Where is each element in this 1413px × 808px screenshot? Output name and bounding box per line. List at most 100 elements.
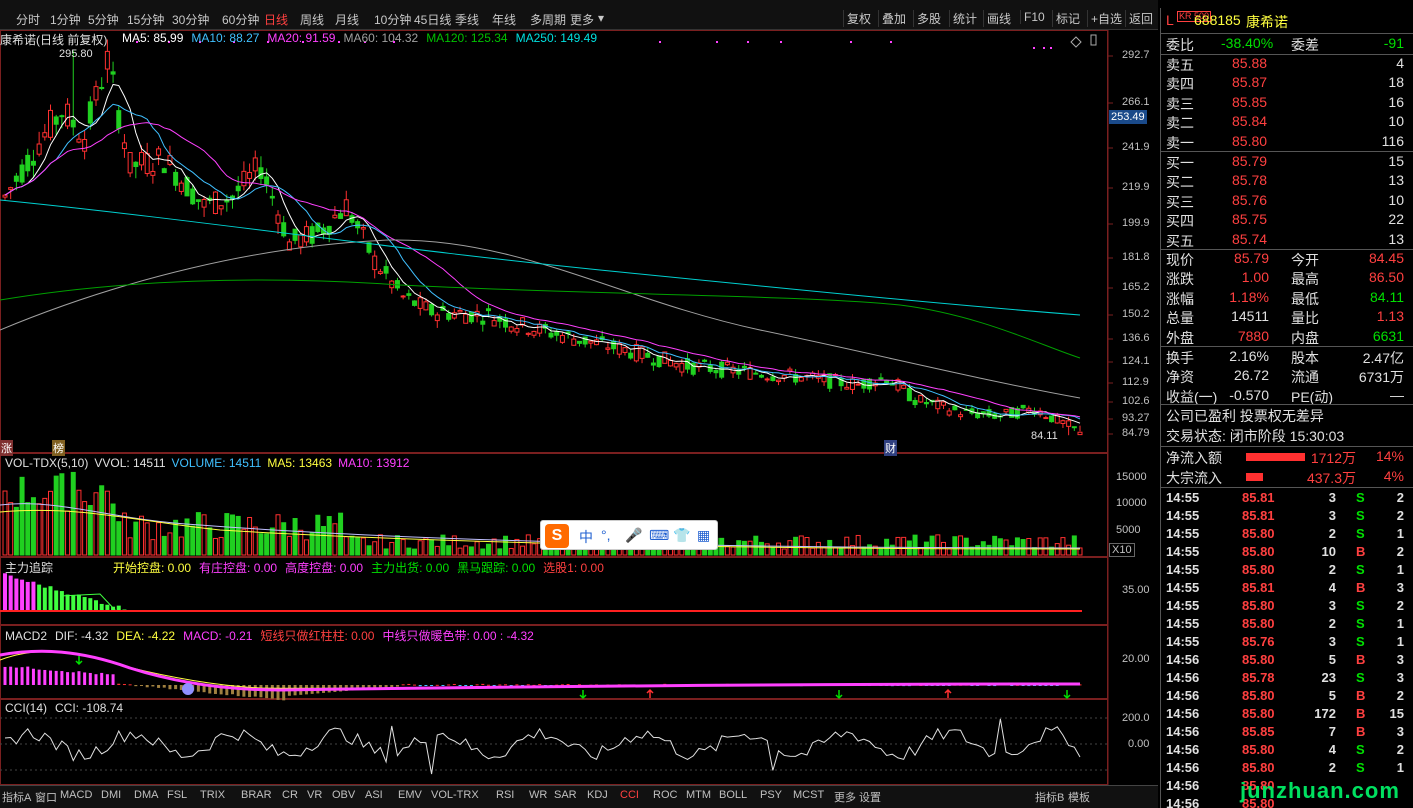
flag-icon: L (1166, 12, 1174, 28)
period-tab-2[interactable]: 5分钟 (88, 11, 119, 28)
tick-row[interactable]: 14:55 85.80 3 S 2 (1166, 598, 1406, 617)
tick-row[interactable]: 14:55 85.81 4 B 3 (1166, 580, 1406, 599)
candle-body (173, 171, 179, 186)
marker-bang[interactable]: 榜 (52, 440, 65, 456)
indicator-tab-10[interactable]: OBV (332, 789, 355, 801)
macd-bar (486, 684, 490, 686)
toolbar-button-4[interactable]: 画线 (983, 10, 1014, 27)
toolbar-button-6[interactable]: 标记 (1052, 10, 1083, 27)
indicator-tab-1[interactable]: 窗口 (35, 789, 57, 805)
indicator-tab-13[interactable]: VOL-TRX (431, 789, 479, 801)
tick-row[interactable]: 14:55 85.76 3 S 1 (1166, 634, 1406, 653)
zhuli-legend: 主力追踪 开始控盘: 0.00 有庄控盘: 0.00 高度控盘: 0.00 主力出货: … (5, 559, 612, 576)
microphone-icon[interactable]: 🎤 (625, 527, 642, 544)
tick-row[interactable]: 14:56 85.80 172 B 15 (1166, 706, 1406, 725)
toolbar-button-5[interactable]: F10 (1020, 10, 1048, 24)
keyboard-icon[interactable]: ⌨ (649, 527, 669, 544)
tick-row[interactable]: 14:56 85.80 5 B 2 (1166, 688, 1406, 707)
indicator-tab-15[interactable]: WR (529, 789, 547, 801)
stat-value: 1.00 (1241, 269, 1269, 286)
ime-menu-icon[interactable]: ▦ (697, 527, 710, 544)
volume-bar (252, 526, 258, 556)
period-tab-12[interactable]: 年线 (492, 11, 516, 28)
period-tab-13[interactable]: 多周期 (530, 11, 566, 28)
indicator-tab-17[interactable]: KDJ (587, 789, 608, 801)
indicator-tab-22[interactable]: PSY (760, 789, 782, 801)
tick-row[interactable]: 14:55 85.80 2 S 1 (1166, 616, 1406, 635)
period-tab-4[interactable]: 30分钟 (172, 11, 209, 28)
period-tab-9[interactable]: 10分钟 (374, 11, 411, 28)
tick-row[interactable]: 14:56 85.80 4 S 2 (1166, 742, 1406, 761)
tick-row[interactable]: 14:55 85.80 2 S 1 (1166, 562, 1406, 581)
ime-toolbar[interactable]: S 中 °, 🎤 ⌨ 👕 ▦ (540, 520, 718, 550)
period-tab-7[interactable]: 周线 (300, 11, 324, 28)
period-tab-1[interactable]: 1分钟 (50, 11, 81, 28)
indicator-tab-26[interactable]: 指标B (1035, 789, 1064, 805)
indicator-tab-14[interactable]: RSI (496, 789, 514, 801)
period-tab-10[interactable]: 45日线 (414, 11, 451, 28)
tick-row[interactable]: 14:55 85.80 10 B 2 (1166, 544, 1406, 563)
indicator-tab-9[interactable]: VR (307, 789, 322, 801)
candle-body (958, 414, 964, 418)
indicator-tab-2[interactable]: MACD (60, 789, 92, 801)
ma-legend-item: MA5: 85.99 (122, 31, 184, 45)
indicator-tab-19[interactable]: ROC (653, 789, 677, 801)
indicator-tab-23[interactable]: MCST (793, 789, 824, 801)
volume-bar (736, 540, 742, 556)
candle-body (309, 226, 315, 244)
flow-bar (1246, 453, 1305, 461)
toolbar-button-3[interactable]: 统计 (949, 10, 980, 27)
toolbar-button-7[interactable]: +自选 (1087, 10, 1125, 27)
indicator-tab-7[interactable]: BRAR (241, 789, 272, 801)
ime-punct-icon[interactable]: °, (601, 527, 611, 543)
period-tab-11[interactable]: 季线 (455, 11, 479, 28)
skin-icon[interactable]: 👕 (673, 527, 690, 544)
marker-zhang[interactable]: 涨 (0, 440, 13, 456)
indicator-tab-24[interactable]: 更多 (834, 789, 856, 805)
tick-row[interactable]: 14:56 85.85 7 B 3 (1166, 724, 1406, 743)
indicator-tab-5[interactable]: FSL (167, 789, 187, 801)
period-tab-8[interactable]: 月线 (335, 11, 359, 28)
tick-row[interactable]: 14:55 85.80 2 S 1 (1166, 526, 1406, 545)
tick-row[interactable]: 14:56 85.80 5 B 3 (1166, 652, 1406, 671)
period-tab-3[interactable]: 15分钟 (127, 11, 164, 28)
toolbar-button-1[interactable]: 叠加 (878, 10, 909, 27)
indicator-tab-4[interactable]: DMA (134, 789, 158, 801)
indicator-tab-12[interactable]: EMV (398, 789, 422, 801)
volume-bar (70, 471, 76, 556)
tick-row[interactable]: 14:56 85.80 2 S 1 (1166, 760, 1406, 779)
tick-row[interactable]: 14:56 85.78 23 S 3 (1166, 670, 1406, 689)
tick-row[interactable]: 14:55 85.81 3 S 2 (1166, 508, 1406, 527)
period-tab-5[interactable]: 60分钟 (222, 11, 259, 28)
indicator-tab-21[interactable]: BOLL (719, 789, 747, 801)
toolbar-button-2[interactable]: 多股 (913, 10, 944, 27)
indicator-tab-16[interactable]: SAR (554, 789, 577, 801)
candle-body (87, 101, 93, 124)
volume-bar (207, 527, 213, 556)
order-row: 买二 85.78 13 (1166, 172, 1406, 191)
cci-line (4, 718, 1081, 775)
indicator-tab-18[interactable]: CCI (620, 789, 639, 801)
fundamental-row: 换手 2.16% 股本 2.47亿 (1166, 348, 1404, 366)
period-tab-14[interactable]: 更多 (570, 11, 594, 28)
indicator-tab-0[interactable]: 指标A (2, 789, 31, 805)
period-tab-6[interactable]: 日线 (264, 11, 288, 28)
zhuli-bar (14, 578, 19, 611)
tick-row[interactable]: 14:55 85.81 3 S 2 (1166, 490, 1406, 509)
marker-cai[interactable]: 财 (884, 440, 897, 456)
indicator-tab-25[interactable]: 设置 (859, 789, 881, 805)
indicator-tab-20[interactable]: MTM (686, 789, 711, 801)
toolbar-button-0[interactable]: 复权 (843, 10, 874, 27)
ime-mode-icon[interactable]: 中 (579, 527, 593, 547)
indicator-tab-3[interactable]: DMI (101, 789, 121, 801)
indicator-tab-8[interactable]: CR (282, 789, 298, 801)
sogou-logo-icon[interactable]: S (545, 524, 569, 548)
toolbar-button-8[interactable]: 返回 (1125, 10, 1156, 27)
period-tab-0[interactable]: 分时 (16, 11, 40, 28)
more-chevron-icon[interactable]: ▾ (598, 11, 604, 25)
indicator-tab-27[interactable]: 模板 (1068, 789, 1090, 805)
candle-body (59, 115, 65, 118)
high-label: 295.80 (59, 48, 93, 60)
indicator-tab-6[interactable]: TRIX (200, 789, 225, 801)
indicator-tab-11[interactable]: ASI (365, 789, 383, 801)
